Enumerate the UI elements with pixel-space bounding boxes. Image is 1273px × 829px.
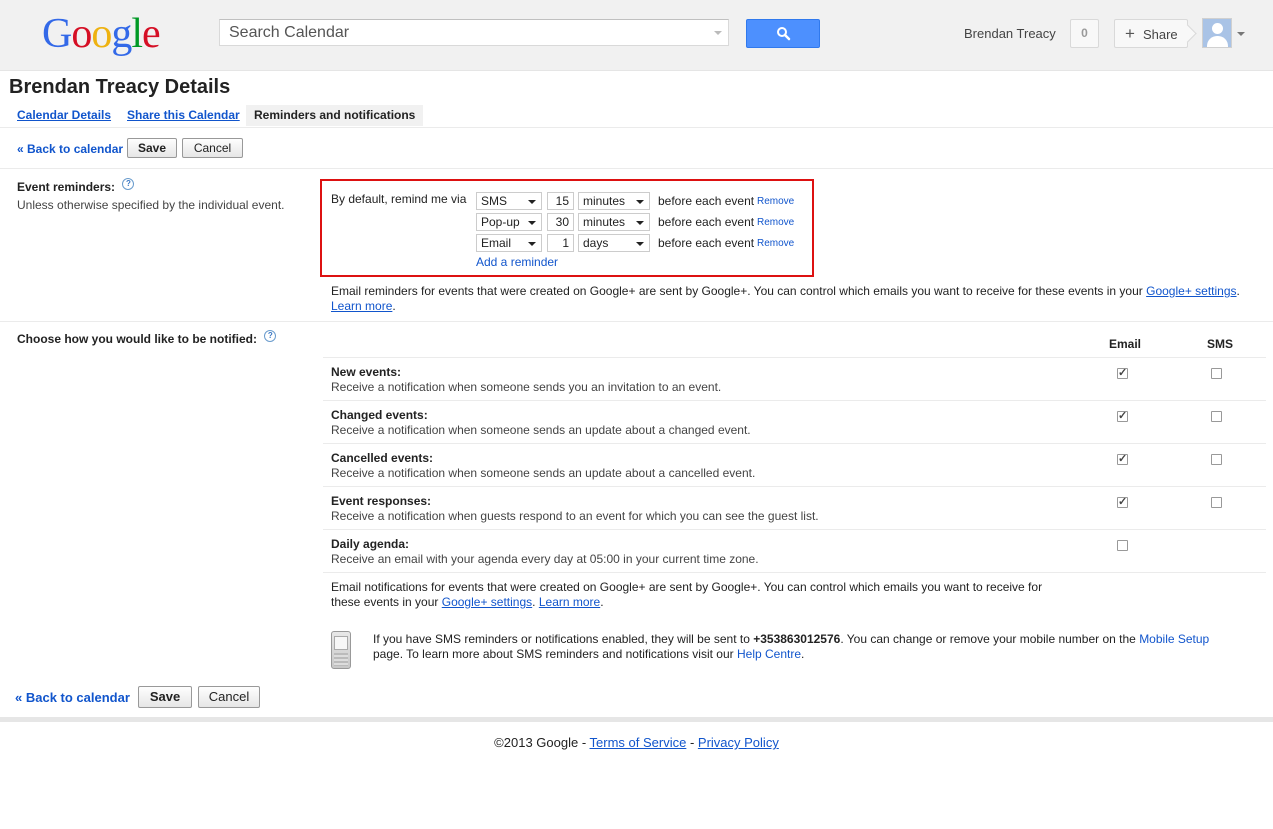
sms-checkbox-cancelled-events[interactable] (1211, 454, 1222, 465)
user-name[interactable]: Brendan Treacy (964, 26, 1056, 41)
terms-link[interactable]: Terms of Service (590, 735, 687, 750)
reminder-remove-link[interactable]: Remove (757, 217, 794, 228)
cancel-button[interactable]: Cancel (198, 686, 260, 708)
phone-number: +353863012576 (753, 632, 841, 646)
notification-desc: Receive a notification when guests respo… (331, 509, 819, 523)
divider (0, 168, 1273, 169)
reminder-suffix: before each event (658, 215, 755, 229)
page-title: Brendan Treacy Details (9, 76, 231, 98)
mobile-phone-icon (331, 631, 351, 669)
reminders-gplus-note: Email reminders for events that were cre… (331, 284, 1240, 313)
email-checkbox-new-events[interactable] (1117, 366, 1128, 379)
reminder-unit-select[interactable]: minutes (578, 192, 650, 210)
search-options-dropdown-icon[interactable] (714, 31, 722, 35)
column-header-email: Email (1109, 337, 1142, 351)
notification-title: Daily agenda: (331, 537, 410, 551)
notification-desc: Receive a notification when someone send… (331, 466, 756, 480)
reminder-remove-link[interactable]: Remove (757, 196, 794, 207)
search-button[interactable] (746, 19, 820, 48)
reminder-method-select[interactable]: SMS (476, 192, 542, 210)
reminder-suffix: before each event (658, 194, 755, 208)
notification-desc: Receive a notification when someone send… (331, 423, 751, 437)
back-to-calendar-link[interactable]: « Back to calendar (15, 690, 130, 705)
event-reminders-label: Event reminders: ? (17, 178, 135, 194)
event-reminders-sublabel: Unless otherwise specified by the indivi… (17, 198, 285, 212)
tab-reminders-notifications[interactable]: Reminders and notifications (246, 105, 424, 126)
email-checkbox-event-responses[interactable] (1117, 495, 1128, 508)
sms-checkbox-changed-events[interactable] (1211, 411, 1222, 422)
reminder-unit-select[interactable]: minutes (578, 213, 650, 231)
search-input[interactable] (220, 20, 718, 45)
gplus-settings-link[interactable]: Google+ settings (442, 595, 532, 609)
sms-checkbox-new-events[interactable] (1211, 368, 1222, 379)
mobile-setup-link[interactable]: Mobile Setup (1139, 632, 1209, 646)
notification-title: New events: (331, 365, 402, 379)
footer: ©2013 Google - Terms of Service - Privac… (494, 735, 779, 750)
reminder-amount-input[interactable]: 30 (547, 213, 574, 231)
search-box (219, 19, 729, 46)
learn-more-link[interactable]: Learn more (331, 299, 392, 313)
notification-title: Event responses: (331, 494, 432, 508)
footer-divider (0, 717, 1273, 722)
tab-calendar-details[interactable]: Calendar Details (17, 105, 111, 126)
notification-count-button[interactable]: 0 (1070, 19, 1099, 48)
learn-more-link[interactable]: Learn more (539, 595, 600, 609)
avatar[interactable] (1202, 18, 1232, 48)
sms-checkbox-event-responses[interactable] (1211, 497, 1222, 508)
email-checkbox-changed-events[interactable] (1117, 409, 1128, 422)
notification-title: Changed events: (331, 408, 428, 422)
account-dropdown-icon[interactable] (1237, 32, 1245, 36)
notification-desc: Receive an email with your agenda every … (331, 552, 759, 566)
reminder-method-select[interactable]: Pop-up (476, 213, 542, 231)
notification-title: Cancelled events: (331, 451, 434, 465)
reminder-amount-input[interactable]: 15 (547, 192, 574, 210)
reminder-method-select[interactable]: Email (476, 234, 542, 252)
search-icon (777, 27, 791, 41)
google-logo[interactable]: Google (42, 10, 161, 58)
column-header-sms: SMS (1207, 337, 1234, 351)
save-button[interactable]: Save (127, 138, 177, 158)
privacy-link[interactable]: Privacy Policy (698, 735, 779, 750)
reminder-unit-select[interactable]: days (578, 234, 650, 252)
help-centre-link[interactable]: Help Centre (737, 647, 801, 661)
sms-info-note: If you have SMS reminders or notificatio… (373, 632, 1210, 661)
reminder-amount-input[interactable]: 1 (547, 234, 574, 252)
reminder-intro: By default, remind me via (331, 192, 467, 206)
share-button[interactable]: + Share (1114, 19, 1188, 48)
plus-icon: + (1125, 24, 1135, 43)
back-to-calendar-link[interactable]: « Back to calendar (17, 142, 123, 156)
add-reminder-link[interactable]: Add a reminder (476, 255, 558, 269)
gplus-settings-link[interactable]: Google+ settings (1146, 284, 1236, 298)
divider (0, 127, 1273, 128)
email-checkbox-cancelled-events[interactable] (1117, 452, 1128, 465)
cancel-button[interactable]: Cancel (182, 138, 243, 158)
help-icon[interactable]: ? (264, 330, 277, 342)
notify-label: Choose how you would like to be notified… (17, 330, 277, 346)
help-icon[interactable]: ? (122, 178, 135, 190)
notifications-gplus-note: Email notifications for events that were… (331, 580, 1043, 609)
notification-desc: Receive a notification when someone send… (331, 380, 722, 394)
share-label: Share (1142, 27, 1178, 42)
reminder-remove-link[interactable]: Remove (757, 238, 794, 249)
tab-share-calendar[interactable]: Share this Calendar (127, 105, 240, 126)
email-checkbox-daily-agenda[interactable] (1117, 540, 1128, 551)
reminder-suffix: before each event (658, 236, 755, 250)
top-bar: Google Brendan Treacy 0 + Share (0, 0, 1273, 71)
save-button[interactable]: Save (138, 686, 192, 708)
divider (0, 321, 1273, 322)
